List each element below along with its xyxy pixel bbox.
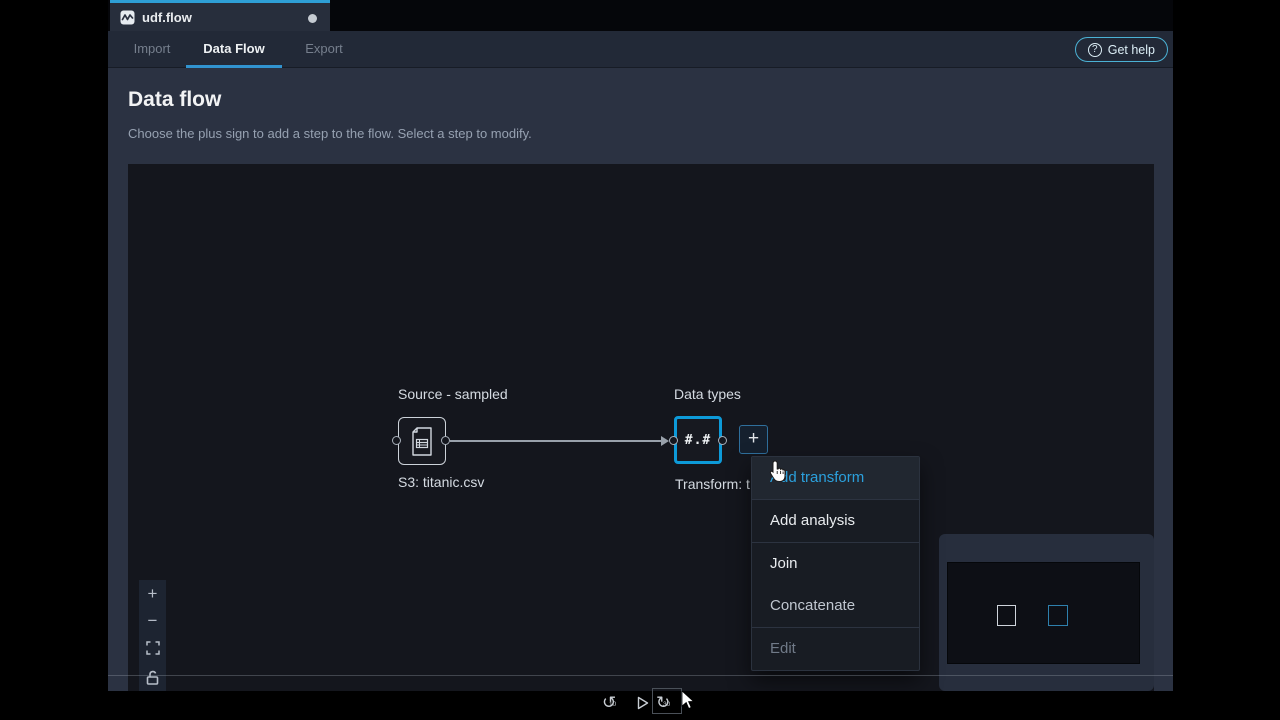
get-help-label: Get help (1108, 43, 1155, 57)
flow-canvas[interactable]: Source - sampled S3: titanic.csv Data ty… (128, 164, 1154, 691)
app-window: udf.flow Import Data Flow Export ? Get h… (108, 0, 1173, 691)
menu-item-add-analysis[interactable]: Add analysis (752, 500, 919, 542)
play-icon (637, 696, 649, 710)
video-control-bar: ↺ 10 ↻ 30 (0, 691, 1280, 720)
nav-tab-export[interactable]: Export (302, 31, 346, 68)
replay-seconds-label: 10 (609, 701, 616, 708)
nav-bar: Import Data Flow Export ? Get help (108, 31, 1173, 68)
transform-node[interactable]: #.# (674, 416, 722, 464)
forward-30-button[interactable]: ↻ 30 (656, 694, 678, 711)
zoom-out-button[interactable]: − (139, 607, 166, 634)
source-node-port-left (392, 436, 401, 445)
tab-strip: udf.flow (108, 0, 1173, 31)
fit-view-button[interactable] (139, 634, 166, 661)
unlock-icon (146, 670, 159, 685)
menu-item-edit: Edit (752, 628, 919, 670)
video-progress-bar[interactable] (108, 675, 1173, 676)
source-node-title: Source - sampled (398, 386, 508, 402)
hand-pointer-cursor (768, 460, 787, 483)
data-wrangler-icon (120, 10, 135, 25)
flow-edge (450, 440, 663, 442)
mouse-arrow-cursor (681, 691, 694, 710)
add-step-button[interactable]: + (739, 425, 768, 454)
minimap-viewport (947, 562, 1140, 664)
transform-node-port-right (718, 436, 727, 445)
node-context-menu: Add transform Add analysis Join Concaten… (751, 456, 920, 671)
menu-item-join[interactable]: Join (752, 543, 919, 585)
replay-10-button[interactable]: ↺ 10 (602, 694, 624, 711)
nav-tab-data-flow[interactable]: Data Flow (186, 31, 282, 68)
menu-item-concatenate[interactable]: Concatenate (752, 585, 919, 627)
get-help-button[interactable]: ? Get help (1075, 37, 1168, 62)
tab-title: udf.flow (142, 10, 192, 25)
page-subtitle: Choose the plus sign to add a step to th… (128, 126, 532, 141)
minimap[interactable] (939, 534, 1154, 691)
source-node[interactable] (398, 417, 446, 465)
flow-edge-arrowhead (661, 436, 669, 446)
nav-tab-import[interactable]: Import (130, 31, 174, 68)
tab-udf-flow[interactable]: udf.flow (110, 0, 330, 31)
transform-node-port-left (669, 436, 678, 445)
play-button[interactable] (637, 696, 649, 715)
minimap-source-node (997, 605, 1016, 626)
data-types-icon: #.# (685, 433, 711, 448)
file-table-icon (410, 427, 434, 456)
unsaved-indicator-dot (308, 14, 317, 23)
question-circle-icon: ? (1088, 43, 1102, 57)
transform-node-label: Transform: t (675, 476, 750, 492)
transform-node-title: Data types (674, 386, 741, 402)
source-node-label: S3: titanic.csv (398, 474, 484, 490)
forward-seconds-label: 30 (663, 701, 670, 708)
source-node-port-right (441, 436, 450, 445)
zoom-in-button[interactable]: + (139, 580, 166, 607)
lock-toggle-button[interactable] (139, 664, 166, 691)
fit-view-icon (146, 641, 160, 655)
page-title: Data flow (128, 88, 221, 112)
minimap-transform-node (1048, 605, 1068, 626)
